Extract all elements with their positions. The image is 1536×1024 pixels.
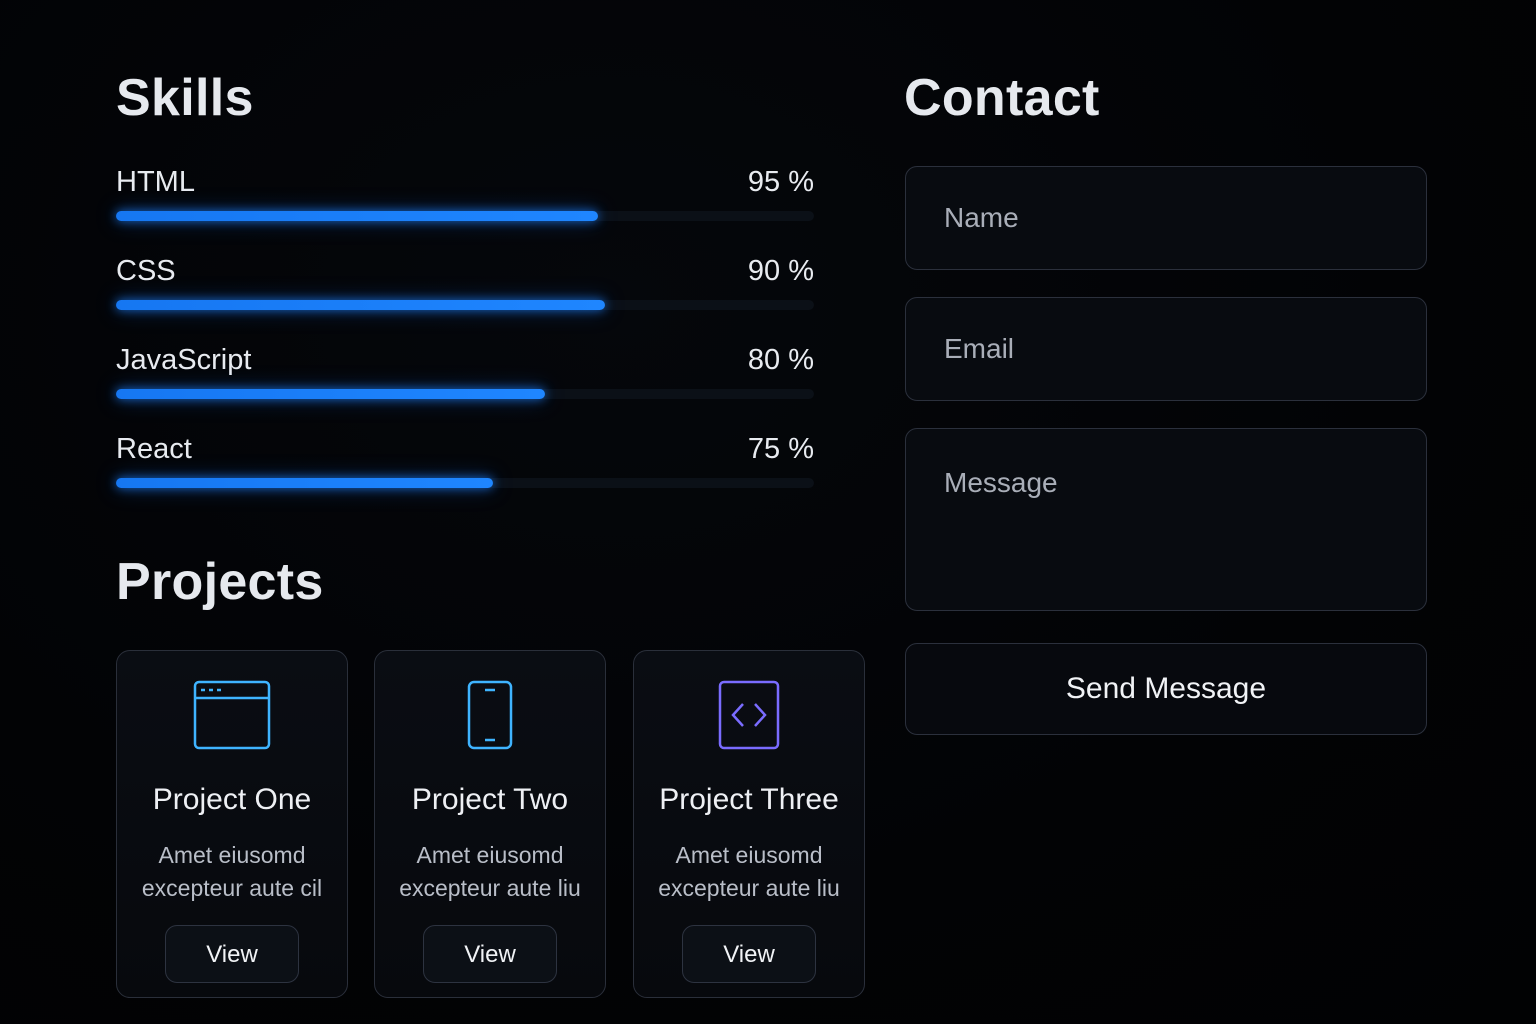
view-project-button[interactable]: View (423, 925, 557, 983)
project-description: Amet eiusomd excepteur aute liu (399, 842, 581, 901)
skill-progress-fill (116, 211, 598, 221)
skill-percent: 95 % (747, 166, 814, 198)
skill-name: CSS (116, 255, 176, 287)
skill-progress-track (116, 211, 814, 221)
skill-percent: 90 % (747, 255, 814, 287)
skill-item-html: HTML 95 % (116, 160, 814, 249)
skill-progress-fill (116, 389, 546, 399)
skill-item-css: CSS 90 % (116, 249, 814, 338)
portfolio-page: Skills HTML 95 % CSS 90 % JavaScript 80 … (0, 0, 1536, 1024)
email-input[interactable] (905, 297, 1427, 401)
code-brackets-icon (718, 680, 780, 750)
browser-window-icon (193, 680, 271, 750)
projects-heading: Projects (116, 553, 324, 611)
project-card: Project Two Amet eiusomd excepteur aute … (374, 650, 606, 998)
skill-name: JavaScript (116, 344, 252, 376)
skills-heading: Skills (116, 69, 254, 127)
skill-progress-track (116, 300, 814, 310)
skill-item-javascript: JavaScript 80 % (116, 338, 814, 427)
skill-name: HTML (116, 166, 195, 198)
skill-progress-track (116, 389, 814, 399)
skill-percent: 80 % (747, 344, 814, 376)
project-title: Project One (152, 783, 312, 816)
projects-grid: Project One Amet eiusomd excepteur aute … (116, 650, 868, 1000)
skill-progress-track (116, 478, 814, 488)
view-project-button[interactable]: View (682, 925, 816, 983)
skills-list: HTML 95 % CSS 90 % JavaScript 80 % React… (116, 160, 814, 516)
project-title: Project Two (411, 783, 569, 816)
name-input[interactable] (905, 166, 1427, 270)
mobile-phone-icon (467, 680, 513, 750)
project-card: Project Three Amet eiusomd excepteur aut… (633, 650, 865, 998)
skill-name: React (116, 433, 192, 465)
project-title: Project Three (659, 783, 839, 816)
message-textarea[interactable] (905, 428, 1427, 611)
view-project-button[interactable]: View (165, 925, 299, 983)
project-description: Amet eiusomd excepteur aute liu (658, 842, 840, 901)
project-card: Project One Amet eiusomd excepteur aute … (116, 650, 348, 998)
send-message-button[interactable]: Send Message (905, 643, 1427, 735)
skill-item-react: React 75 % (116, 427, 814, 516)
skill-progress-fill (116, 478, 493, 488)
contact-heading: Contact (904, 69, 1100, 127)
skill-percent: 75 % (747, 433, 814, 465)
project-description: Amet eiusomd excepteur aute cil (141, 842, 323, 901)
skill-progress-fill (116, 300, 605, 310)
